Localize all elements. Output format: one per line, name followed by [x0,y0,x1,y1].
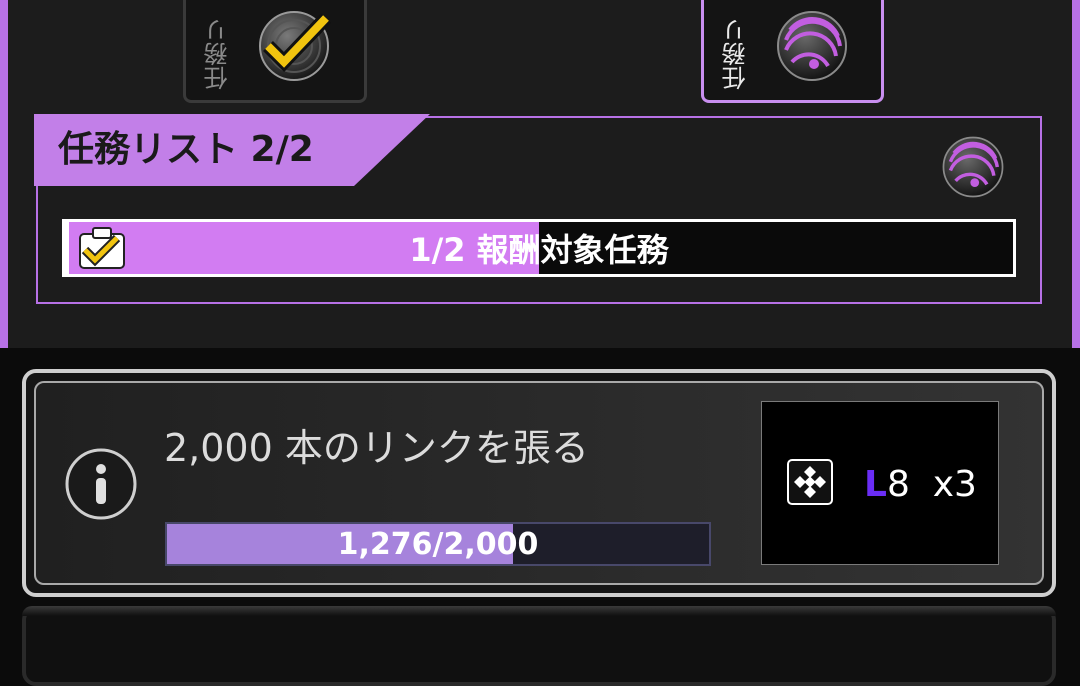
level-number: 8 [886,464,910,505]
reward-level: L8 x3 [864,460,977,510]
task-progress-bar: 1,276/2,000 [165,522,711,566]
panel-right-edge [1072,0,1080,348]
tab-label: 任務リ [722,18,750,90]
mission-list-title: 任務リスト 2/2 [58,129,314,170]
task-progress-text: 1,276/2,000 [337,526,539,562]
next-task-card-shine [22,606,1056,616]
next-task-card[interactable] [22,606,1056,686]
task-description: 2,000 本のリンクを張る [164,426,589,470]
info-icon[interactable] [64,447,138,525]
tab-label: 任務リ [204,18,232,90]
tab-mission-list-1[interactable]: 任務リ [183,0,367,103]
reward-quantity: x3 [932,464,977,505]
purple-orb-icon [940,134,1006,204]
progress-label: 1/2 報酬対象任務 [409,231,669,269]
reward-mission-progress: 1/2 報酬対象任務 [62,219,1016,277]
level-prefix: L [864,464,887,505]
checkmark-disc-icon [256,8,332,88]
panel-left-edge [0,0,8,348]
purple-orb-icon [774,8,850,88]
tab-mission-list-2[interactable]: 任務リ [701,0,884,103]
power-cube-icon [786,458,834,510]
